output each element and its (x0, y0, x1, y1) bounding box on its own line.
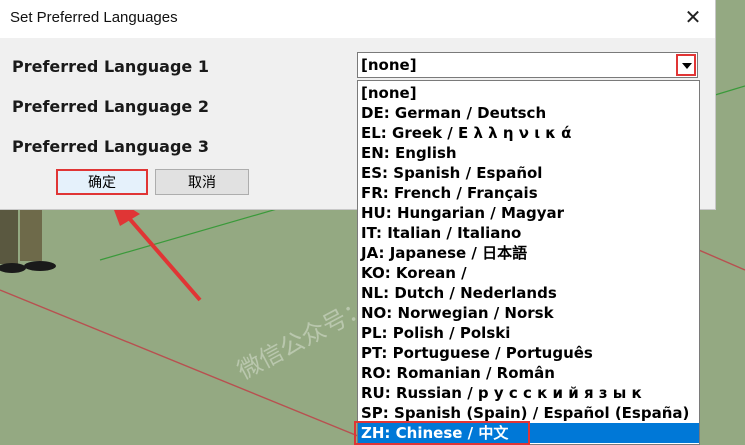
option-ja[interactable]: JA: Japanese / 日本語 (358, 243, 699, 263)
close-button[interactable]: ✕ (678, 5, 708, 31)
option-fr[interactable]: FR: French / Français (358, 183, 699, 203)
option-pl[interactable]: PL: Polish / Polski (358, 323, 699, 343)
person-figure (0, 209, 56, 273)
option-en[interactable]: EN: English (358, 143, 699, 163)
language-dropdown-list: [none] DE: German / Deutsch EL: Greek / … (357, 80, 700, 445)
select-value: [none] (361, 56, 417, 74)
option-de[interactable]: DE: German / Deutsch (358, 103, 699, 123)
cancel-button[interactable]: 取消 (155, 169, 249, 195)
option-pt[interactable]: PT: Portuguese / Português (358, 343, 699, 363)
option-no[interactable]: NO: Norwegian / Norsk (358, 303, 699, 323)
option-nl[interactable]: NL: Dutch / Nederlands (358, 283, 699, 303)
option-hu[interactable]: HU: Hungarian / Magyar (358, 203, 699, 223)
option-sp[interactable]: SP: Spanish (Spain) / Español (España) (358, 403, 699, 423)
option-ru[interactable]: RU: Russian / р у с с к и й я з ы к (358, 383, 699, 403)
option-it[interactable]: IT: Italian / Italiano (358, 223, 699, 243)
preferred-language-2-label: Preferred Language 2 (12, 97, 209, 116)
dropdown-button[interactable] (676, 54, 696, 76)
title-bar: Set Preferred Languages ✕ (0, 0, 715, 38)
option-el[interactable]: EL: Greek / Ε λ λ η ν ι κ ά (358, 123, 699, 143)
preferred-language-3-label: Preferred Language 3 (12, 137, 209, 156)
dialog-title: Set Preferred Languages (10, 9, 178, 26)
option-none[interactable]: [none] (358, 83, 699, 103)
highlight-box-zh (354, 421, 530, 445)
option-es[interactable]: ES: Spanish / Español (358, 163, 699, 183)
preferred-language-1-label: Preferred Language 1 (12, 57, 209, 76)
option-ro[interactable]: RO: Romanian / Român (358, 363, 699, 383)
chevron-down-icon (682, 63, 692, 69)
ok-button[interactable]: 确定 (56, 169, 148, 195)
preferred-language-1-select[interactable]: [none] (357, 52, 698, 78)
option-ko[interactable]: KO: Korean / (358, 263, 699, 283)
